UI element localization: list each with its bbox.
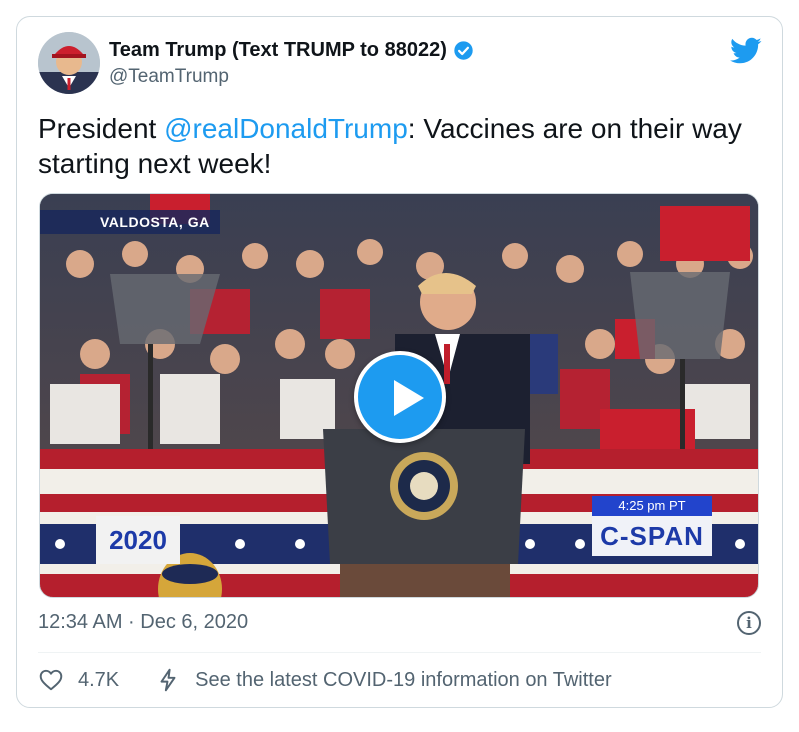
- event-logo: 2020: [96, 516, 180, 564]
- video-player[interactable]: VALDOSTA, GA 2020 4:25 pm PT C-SPAN: [39, 193, 759, 598]
- author-handle[interactable]: @TeamTrump: [109, 66, 229, 88]
- display-name[interactable]: Team Trump (Text TRUMP to 88022): [109, 39, 447, 62]
- tweet-timestamp[interactable]: 12:34 AM · Dec 6, 2020: [38, 611, 248, 634]
- tweet-actions: 4.7K See the latest COVID-19 information…: [38, 667, 612, 693]
- network-logo: C-SPAN: [592, 516, 712, 556]
- like-count: 4.7K: [78, 668, 120, 691]
- play-icon[interactable]: [354, 351, 446, 443]
- avatar[interactable]: [38, 32, 100, 94]
- tweet-text-prefix: President: [38, 113, 165, 144]
- like-action[interactable]: 4.7K: [38, 667, 119, 693]
- twitter-bird-icon[interactable]: [730, 37, 762, 65]
- tweet-text: President @realDonaldTrump: Vaccines are…: [38, 111, 758, 181]
- footer-divider: [38, 652, 761, 653]
- heart-icon[interactable]: [38, 667, 64, 693]
- covid-info-link[interactable]: See the latest COVID-19 information on T…: [155, 667, 612, 693]
- location-tag: VALDOSTA, GA: [40, 210, 220, 234]
- verified-badge-icon: [454, 41, 473, 60]
- author-name-row[interactable]: Team Trump (Text TRUMP to 88022): [109, 39, 474, 62]
- covid-info-label[interactable]: See the latest COVID-19 information on T…: [195, 669, 612, 692]
- bolt-icon: [160, 668, 176, 692]
- mention-link[interactable]: @realDonaldTrump: [164, 113, 408, 144]
- tweet-card: Team Trump (Text TRUMP to 88022) @TeamTr…: [16, 16, 783, 708]
- broadcast-time-tag: 4:25 pm PT: [592, 496, 712, 516]
- info-icon[interactable]: i: [737, 611, 761, 635]
